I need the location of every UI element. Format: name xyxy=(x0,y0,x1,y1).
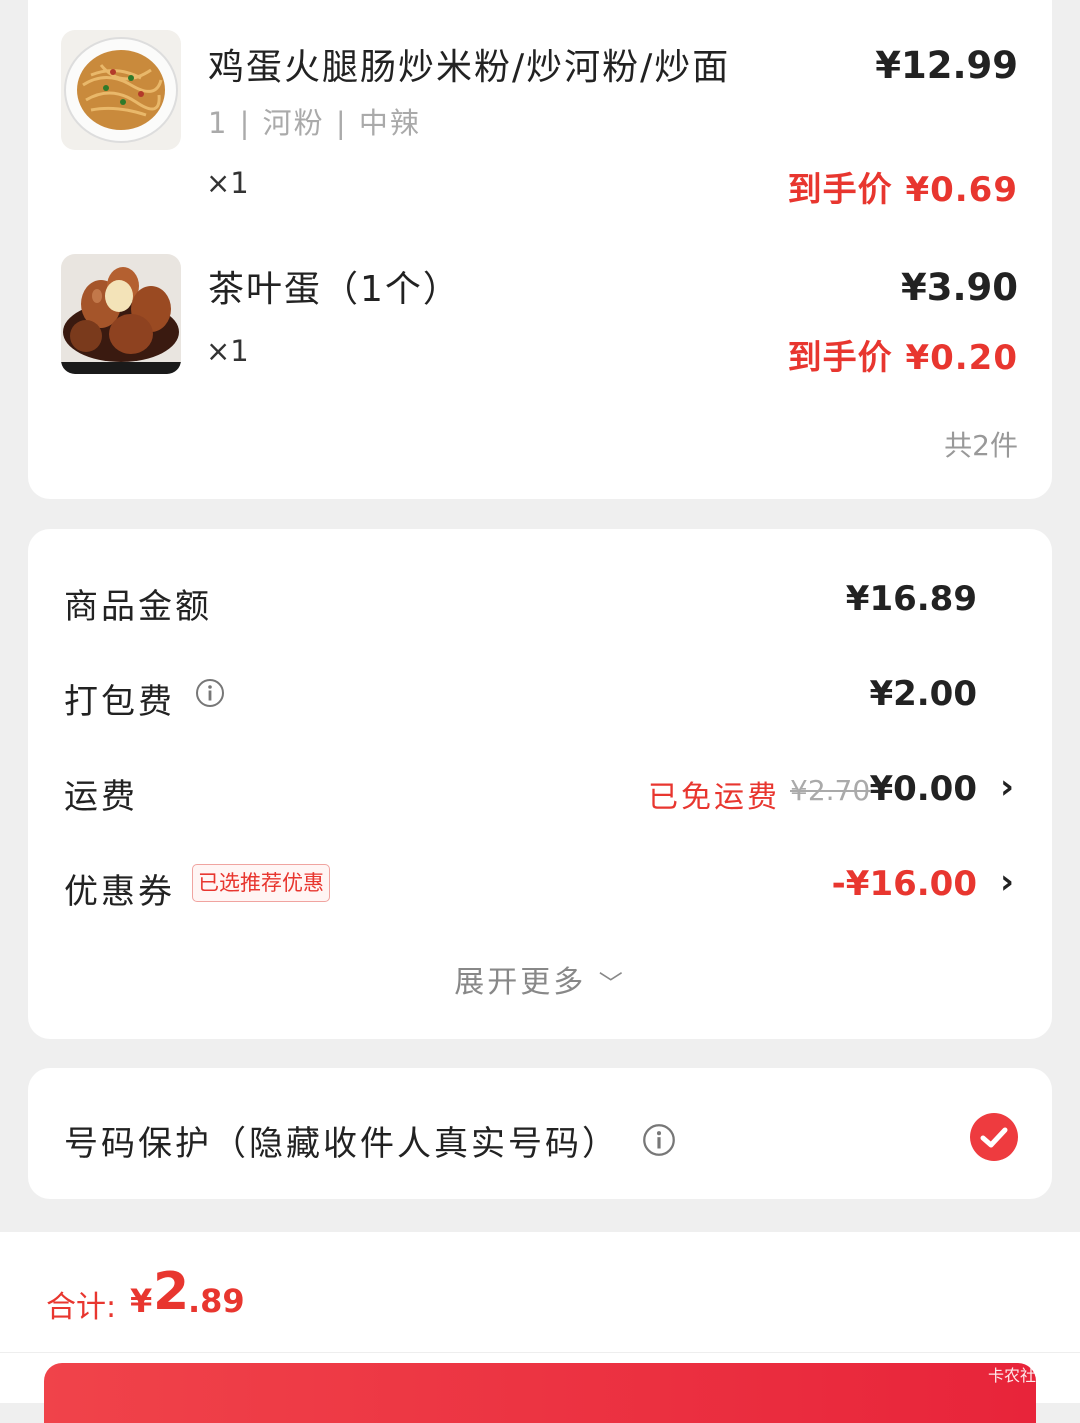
packing-fee-value: ¥2.00 xyxy=(869,674,977,714)
order-items-card: 鸡蛋火腿肠炒米粉/炒河粉/炒面 1 | 河粉 | 中辣 ×1 ¥12.99 到手… xyxy=(28,0,1052,499)
item-spec: 1 | 河粉 | 中辣 xyxy=(208,106,421,140)
original-shipping-fee: ¥2.70 xyxy=(790,774,871,807)
packing-fee-label: 打包费 xyxy=(64,682,175,722)
coupon-badge: 已选推荐优惠 xyxy=(192,864,330,902)
shipping-fee-value[interactable]: ¥0.00 xyxy=(869,769,977,809)
number-protection-card: 号码保护（隐藏收件人真实号码） xyxy=(28,1068,1052,1199)
total-label: 合计: xyxy=(46,1290,117,1325)
total-integer: 2 xyxy=(153,1262,190,1322)
item-final-price: 到手价 ¥0.20 xyxy=(787,338,1018,378)
shipping-fee-label: 运费 xyxy=(64,777,138,817)
item-price: ¥3.90 xyxy=(900,266,1018,309)
item-price: ¥12.99 xyxy=(875,44,1018,87)
chevron-down-icon: ﹀ xyxy=(598,970,626,998)
divider xyxy=(0,1352,1080,1353)
item-quantity: ×1 xyxy=(206,334,249,368)
total-currency: ¥ xyxy=(130,1282,153,1320)
item-name: 茶叶蛋（1个） xyxy=(208,269,461,310)
chevron-right-icon[interactable]: › xyxy=(1000,767,1014,807)
coupon-label: 优惠券 xyxy=(64,872,175,912)
item-final-price: 到手价 ¥0.69 xyxy=(787,170,1018,210)
chevron-right-icon[interactable]: › xyxy=(1000,862,1014,902)
item-count: 共2件 xyxy=(944,429,1018,462)
info-icon[interactable] xyxy=(642,1123,676,1157)
submit-order-button[interactable] xyxy=(44,1363,1036,1423)
info-icon[interactable] xyxy=(195,678,225,708)
item-name: 鸡蛋火腿肠炒米粉/炒河粉/炒面 xyxy=(208,47,731,88)
goods-amount-value: ¥16.89 xyxy=(845,579,977,619)
free-shipping-tag: 已免运费 xyxy=(648,780,780,815)
watermark: 卡农社 xyxy=(987,1366,1036,1385)
goods-amount-label: 商品金额 xyxy=(64,587,212,627)
number-protection-label: 号码保护（隐藏收件人真实号码） xyxy=(64,1124,619,1164)
coupon-value[interactable]: -¥16.00 xyxy=(832,864,977,904)
expand-more-button[interactable]: 展开更多 ﹀ xyxy=(28,957,1052,1001)
checked-checkbox-icon[interactable] xyxy=(969,1112,1019,1162)
expand-more-label: 展开更多 xyxy=(454,965,587,1000)
total-decimal: .89 xyxy=(188,1282,245,1320)
checkout-bar: 合计: ¥ 2 .89 xyxy=(0,1232,1080,1423)
fee-summary-card: 商品金额 ¥16.89 打包费 ¥2.00 运费 已免运费 ¥2.70 ¥0.0… xyxy=(28,529,1052,1039)
item-image-noodles[interactable] xyxy=(61,30,181,150)
item-quantity: ×1 xyxy=(206,166,249,200)
item-image-tea-eggs[interactable] xyxy=(61,254,181,374)
